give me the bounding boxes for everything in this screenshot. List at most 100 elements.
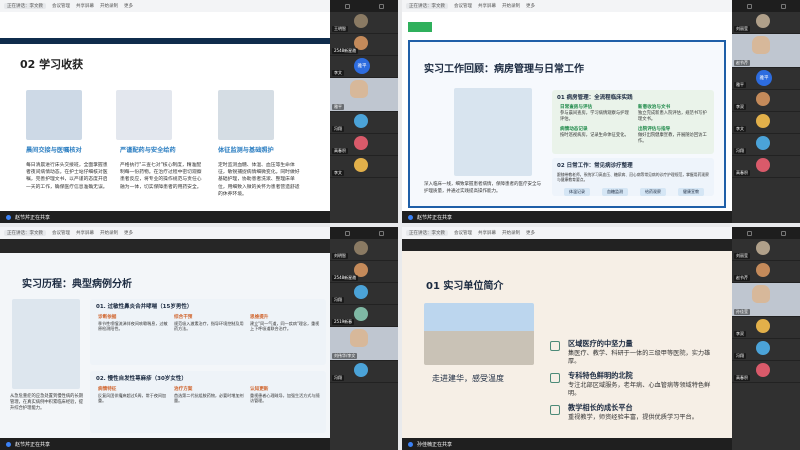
meeting-window-4: 正在讲话：李文教 会议管理 共享屏幕 开始录制 更多 01 实习单位简介 走进建… — [402, 227, 800, 450]
share-icon — [408, 214, 413, 220]
participant-tile[interactable]: 李双 — [732, 317, 800, 339]
more-button[interactable]: 更多 — [124, 3, 133, 9]
share-button[interactable]: 共享屏幕 — [76, 230, 94, 236]
share-status: 赵节芹正在共享 — [15, 214, 51, 221]
grid-icon[interactable] — [344, 230, 350, 236]
caption-1: 晨间交接与医嘱核对 — [26, 147, 82, 154]
participant-video[interactable]: 刘伟华/李文 — [330, 327, 398, 361]
participant-tile[interactable]: 2548新星邀 — [330, 261, 398, 283]
share-button[interactable]: 共享屏幕 — [76, 3, 94, 9]
intro-point: 专科特色鲜明的北院 专注北部区域服务，老年病、心血管病等领域特色鲜明。 — [550, 371, 720, 399]
record-button[interactable]: 开始录制 — [100, 3, 118, 9]
speaker-tab[interactable]: 正在讲话：李文教 — [4, 3, 46, 9]
participant-tile[interactable]: 雅平 雅平 — [732, 68, 800, 90]
avatar — [756, 114, 770, 128]
participant-name: 王明智 — [332, 26, 348, 32]
list-icon[interactable] — [780, 3, 786, 9]
col-text: 建立"同一气道，同一疾病"理念，重视上下呼吸道联合治疗。 — [250, 320, 320, 332]
avatar — [354, 114, 368, 128]
participant-tile[interactable]: 冯翔 — [330, 283, 398, 305]
participant-tile[interactable]: 冯翔 — [330, 112, 398, 134]
more-button[interactable]: 更多 — [526, 3, 535, 9]
grid-icon[interactable] — [344, 3, 350, 9]
slide-deco — [408, 22, 432, 32]
avatar — [354, 158, 368, 172]
participant-name: 雅平 — [332, 104, 344, 110]
manage-button[interactable]: 会议管理 — [454, 230, 472, 236]
col-text: 季节性喷嚏流涕伴夜间咳嗽喘息，过敏原检测阳性。 — [98, 320, 168, 332]
case-column: 综合干预 规范吸入激素治疗，指导环境控制及用药方法。 — [174, 315, 246, 332]
participant-panel: 刘明智 2548新星邀 冯翔 2519新春 刘伟华/李文 冯翔 — [330, 227, 398, 450]
mini-text: 做好出院健康宣教，开展随访回访工作。 — [638, 133, 707, 144]
share-icon — [408, 441, 413, 447]
participant-name: 冯翔 — [332, 297, 344, 303]
participant-tile[interactable]: 刘丽莹 — [732, 239, 800, 261]
grid-icon[interactable] — [746, 230, 752, 236]
col-text: 重视患者心理疏导，加强生活方式与随访管理。 — [250, 392, 320, 404]
list-icon[interactable] — [378, 3, 384, 9]
list-icon[interactable] — [780, 230, 786, 236]
shared-slide: 实习历程：典型病例分析 从急危重症的应急处置到慢性病的长期管理，在真实病例中积累… — [0, 239, 330, 438]
participant-tile[interactable]: 刘丽莹 — [732, 12, 800, 34]
participant-tile[interactable]: 冯翔 — [732, 134, 800, 156]
participant-tile[interactable]: 高春积 — [732, 361, 800, 383]
panel-header — [330, 227, 398, 239]
avatar — [354, 285, 368, 299]
speaker-tab[interactable]: 正在讲话：李文教 — [4, 230, 46, 236]
participant-tile[interactable]: 李双 — [732, 90, 800, 112]
share-status-bar: 赵节芹正在共享 — [0, 438, 330, 450]
participant-tile[interactable]: 赵节芹 — [732, 261, 800, 283]
participant-name: 2548新星邀 — [332, 48, 359, 54]
participant-face — [752, 36, 770, 54]
participant-tile[interactable]: 王明智 — [330, 12, 398, 34]
avatar — [756, 241, 770, 255]
hospital-icon — [550, 341, 560, 351]
col-text: 规范吸入激素治疗，指导环境控制及用药方法。 — [174, 320, 244, 332]
case-column: 认知更新 重视患者心理疏导，加强生活方式与随访管理。 — [250, 387, 322, 404]
record-button[interactable]: 开始录制 — [502, 230, 520, 236]
more-button[interactable]: 更多 — [526, 230, 535, 236]
avatar — [756, 158, 770, 172]
participant-name: 冯翔 — [332, 126, 344, 132]
more-button[interactable]: 更多 — [124, 230, 133, 236]
avatar — [756, 136, 770, 150]
card-title: 01 病房管理：全流程临床实践 — [557, 95, 633, 101]
manage-button[interactable]: 会议管理 — [52, 3, 70, 9]
participant-video[interactable]: 赵节芹 — [732, 34, 800, 68]
share-button[interactable]: 共享屏幕 — [478, 230, 496, 236]
manage-button[interactable]: 会议管理 — [454, 3, 472, 9]
case-title: 01. 过敏性鼻炎合并哮喘（15岁男性） — [96, 304, 193, 310]
participant-name: 赵节芹 — [734, 60, 750, 66]
participant-tile[interactable]: 李文 — [732, 112, 800, 134]
point-title: 教学相长的成长平台 — [568, 403, 633, 412]
share-button[interactable]: 共享屏幕 — [478, 3, 496, 9]
participant-tile[interactable]: 李文 — [330, 156, 398, 178]
case-title: 02. 慢性自发性荨麻疹（30岁女性） — [96, 376, 187, 382]
participant-tile[interactable]: 雅平 李文 — [330, 56, 398, 78]
participant-tile[interactable]: 冯翔 — [732, 339, 800, 361]
participant-tile[interactable]: 冯翔 — [330, 361, 398, 383]
manage-button[interactable]: 会议管理 — [52, 230, 70, 236]
slide-title: 01 实习单位简介 — [426, 281, 504, 292]
record-button[interactable]: 开始录制 — [502, 3, 520, 9]
participant-tile[interactable]: 2519新春 — [330, 305, 398, 327]
mini-item: 出院评估与指导 做好出院健康宣教，开展随访回访工作。 — [638, 127, 708, 145]
participant-video[interactable]: 孙佳莹 — [732, 283, 800, 317]
grid-icon[interactable] — [746, 3, 752, 9]
record-button[interactable]: 开始录制 — [100, 230, 118, 236]
intro-point: 区域医疗的中坚力量 集医疗、教学、科研于一体的三级甲等医院，实力雄厚。 — [550, 339, 720, 367]
participant-video[interactable]: 雅平 — [330, 78, 398, 112]
speaker-tab[interactable]: 正在讲话：李文教 — [406, 3, 448, 9]
participant-tile[interactable]: 刘明智 — [330, 239, 398, 261]
list-icon[interactable] — [378, 230, 384, 236]
avatar — [756, 92, 770, 106]
photo-nurse-monitoring — [218, 90, 274, 140]
participant-tile[interactable]: 2548新星邀 — [330, 34, 398, 56]
speaker-tab[interactable]: 正在讲话：李文教 — [406, 230, 448, 236]
participant-name: 冯翔 — [734, 353, 746, 359]
mini-item: 新患收治与文书 独立完成新患入院评估，规范书写护理文书。 — [638, 105, 708, 123]
slide-title: 02 学习收获 — [20, 58, 84, 71]
participant-tile[interactable]: 高春积 — [330, 134, 398, 156]
participant-name: 高春积 — [332, 148, 348, 154]
participant-tile[interactable]: 高春积 — [732, 156, 800, 178]
